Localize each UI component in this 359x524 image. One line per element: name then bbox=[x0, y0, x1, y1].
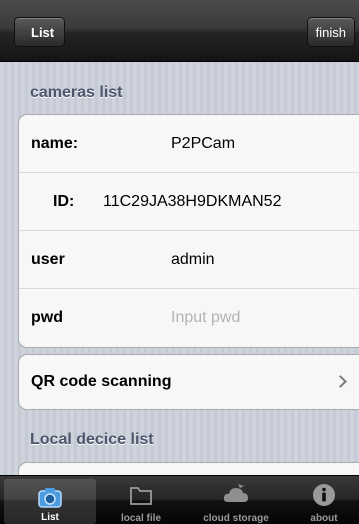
qr-code-scanning-row[interactable]: QR code scanning bbox=[18, 354, 359, 410]
id-row[interactable]: ID: 11C29JA38H9DKMAN52 bbox=[19, 173, 359, 231]
name-row[interactable]: name: P2PCam bbox=[19, 115, 359, 173]
id-label: ID: bbox=[53, 192, 75, 210]
pwd-field[interactable]: Input pwd bbox=[171, 309, 240, 327]
tab-list-label: List bbox=[41, 512, 59, 523]
tab-about[interactable]: about bbox=[290, 476, 358, 524]
name-value[interactable]: P2PCam bbox=[171, 135, 235, 153]
info-icon bbox=[311, 482, 337, 513]
folder-icon bbox=[127, 482, 155, 513]
tab-cloud-storage[interactable]: cloud storage bbox=[188, 476, 284, 524]
section-title-cameras-list: cameras list bbox=[30, 84, 123, 101]
qr-code-scanning-label: QR code scanning bbox=[31, 373, 172, 390]
user-label: user bbox=[31, 250, 65, 268]
back-button-label: List bbox=[31, 25, 55, 40]
back-button[interactable]: List bbox=[14, 17, 66, 47]
tab-local-file-label: local file bbox=[120, 513, 161, 524]
tab-about-label: about bbox=[310, 513, 338, 524]
chevron-right-icon bbox=[334, 375, 347, 388]
tab-list[interactable]: List bbox=[4, 479, 96, 524]
section-title-local-device-list: Local decice list bbox=[30, 431, 154, 448]
cloud-icon bbox=[221, 482, 251, 513]
pwd-row[interactable]: pwd Input pwd bbox=[19, 289, 359, 347]
tab-cloud-storage-label: cloud storage bbox=[203, 513, 269, 524]
tab-local-file[interactable]: local file bbox=[100, 476, 182, 524]
finish-button[interactable]: finish bbox=[306, 17, 355, 47]
name-label: name: bbox=[31, 134, 79, 152]
user-row[interactable]: user admin bbox=[19, 231, 359, 289]
navigation-bar: List finish bbox=[0, 0, 359, 62]
pwd-label: pwd bbox=[31, 309, 63, 326]
id-value[interactable]: 11C29JA38H9DKMAN52 bbox=[103, 193, 281, 211]
user-value[interactable]: admin bbox=[171, 251, 215, 269]
camera-details-group: name: P2PCam ID: 11C29JA38H9DKMAN52 user… bbox=[18, 114, 359, 348]
tab-bar: List local file cloud storage about bbox=[0, 475, 359, 524]
